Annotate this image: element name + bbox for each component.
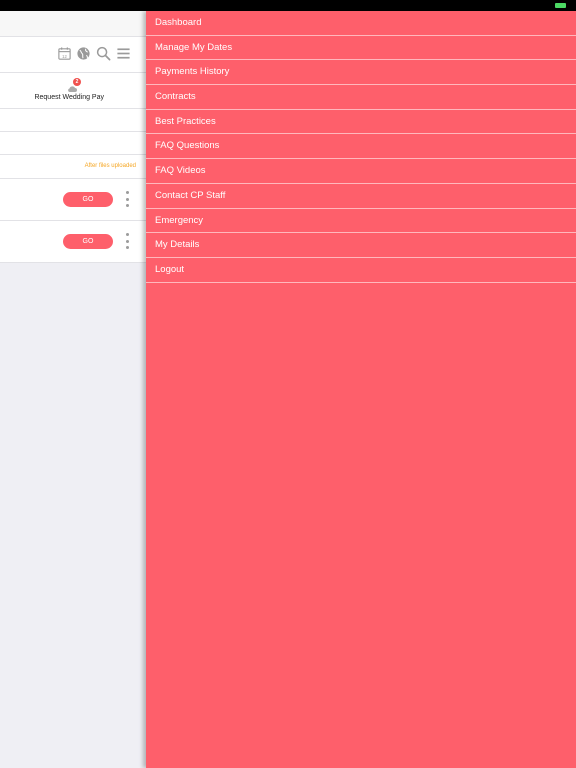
list-item bbox=[0, 109, 146, 132]
request-wedding-pay-label: Request Wedding Pay bbox=[34, 94, 104, 101]
main-content: 12 2 Request Wedding Pay After files upl… bbox=[0, 11, 146, 768]
list-item bbox=[0, 132, 146, 155]
go-button[interactable]: GO bbox=[63, 234, 113, 249]
menu-icon[interactable] bbox=[116, 46, 131, 61]
menu-item-best-practices[interactable]: Best Practices bbox=[146, 110, 576, 135]
go-button[interactable]: GO bbox=[63, 192, 113, 207]
battery-icon bbox=[555, 3, 566, 8]
list-item: GO bbox=[0, 221, 146, 263]
search-icon[interactable] bbox=[96, 46, 111, 61]
request-wedding-pay-button[interactable]: 2 Request Wedding Pay bbox=[0, 73, 146, 109]
menu-item-dashboard[interactable]: Dashboard bbox=[146, 11, 576, 36]
menu-item-faq-videos[interactable]: FAQ Videos bbox=[146, 159, 576, 184]
menu-item-manage-my-dates[interactable]: Manage My Dates bbox=[146, 36, 576, 61]
menu-item-contact-cp-staff[interactable]: Contact CP Staff bbox=[146, 184, 576, 209]
more-options-icon[interactable] bbox=[124, 191, 130, 207]
upload-note: After files uploaded bbox=[84, 163, 136, 169]
side-menu-drawer: Dashboard Manage My Dates Payments Histo… bbox=[146, 11, 576, 768]
more-options-icon[interactable] bbox=[124, 233, 130, 249]
menu-item-contracts[interactable]: Contracts bbox=[146, 85, 576, 110]
menu-item-faq-questions[interactable]: FAQ Questions bbox=[146, 134, 576, 160]
calendar-icon[interactable]: 12 bbox=[57, 46, 72, 61]
navigation-bar bbox=[0, 11, 146, 37]
upload-note-row: After files uploaded bbox=[0, 155, 146, 179]
globe-icon[interactable] bbox=[76, 46, 91, 61]
menu-item-logout[interactable]: Logout bbox=[146, 258, 576, 283]
menu-item-emergency[interactable]: Emergency bbox=[146, 209, 576, 234]
menu-item-payments-history[interactable]: Payments History bbox=[146, 60, 576, 86]
cloud-icon bbox=[67, 85, 77, 93]
calendar-day: 12 bbox=[62, 54, 67, 59]
toolbar: 12 bbox=[0, 37, 146, 73]
status-bar bbox=[0, 0, 576, 11]
list-item: GO bbox=[0, 179, 146, 221]
menu-item-my-details[interactable]: My Details bbox=[146, 233, 576, 258]
